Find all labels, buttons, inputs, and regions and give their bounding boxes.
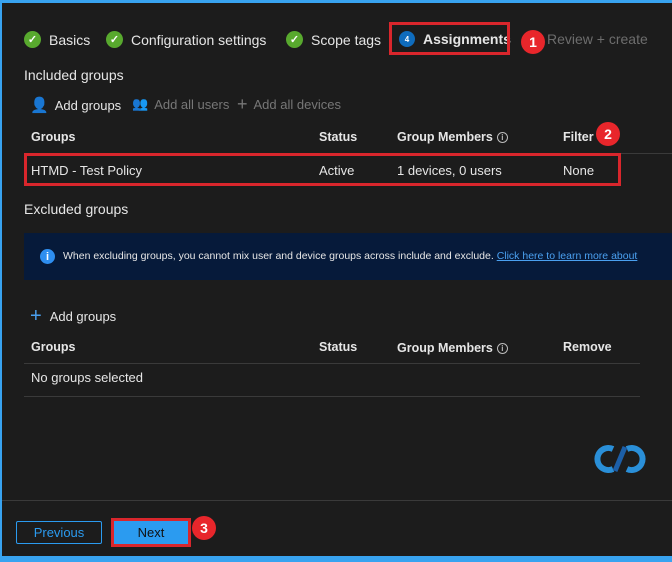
- annotation-badge: 1: [521, 30, 545, 54]
- tab-label: Configuration settings: [131, 31, 267, 48]
- check-icon: ✓: [286, 31, 303, 48]
- tab-label: Scope tags: [311, 31, 382, 48]
- tab-label: Review + create: [547, 31, 648, 47]
- add-all-devices-button: + Add all devices: [237, 94, 341, 115]
- highlight-box: [24, 153, 621, 186]
- info-icon[interactable]: i: [496, 132, 508, 144]
- button-label: Add all users: [154, 96, 230, 112]
- banner-text: When excluding groups, you cannot mix us…: [63, 249, 494, 262]
- column-label: Group Members: [397, 130, 493, 144]
- tab-configuration-settings[interactable]: ✓ Configuration settings: [106, 31, 266, 48]
- banner-message: When excluding groups, you cannot mix us…: [63, 250, 664, 264]
- info-icon: i: [40, 249, 55, 264]
- next-button[interactable]: Next: [114, 521, 188, 544]
- divider: [24, 363, 640, 364]
- column-header: Remove: [563, 340, 612, 354]
- plus-icon: +: [30, 305, 42, 327]
- column-header: Group Members i: [397, 130, 508, 144]
- add-excluded-groups-button[interactable]: + Add groups: [30, 305, 116, 328]
- add-groups-button[interactable]: 👤 Add groups: [30, 96, 121, 114]
- column-header: Groups: [31, 130, 76, 144]
- plus-icon: +: [237, 94, 248, 114]
- tab-review-create: Review + create: [547, 31, 648, 47]
- previous-button[interactable]: Previous: [16, 521, 102, 544]
- highlight-box: [389, 22, 510, 55]
- column-label: Group Members: [397, 341, 493, 355]
- assignments-page: ✓ Basics ✓ Configuration settings ✓ Scope t…: [2, 3, 672, 556]
- button-label: Add groups: [54, 97, 122, 113]
- empty-state-text: No groups selected: [31, 370, 144, 385]
- footer-divider: [2, 500, 672, 501]
- info-banner: i When excluding groups, you cannot mix …: [24, 233, 672, 280]
- tab-scope-tags[interactable]: ✓ Scope tags: [286, 31, 381, 48]
- column-header: Status: [319, 130, 358, 144]
- button-label: Add all devices: [253, 97, 341, 112]
- included-groups-title: Included groups: [24, 67, 124, 83]
- users-icon: 👥: [132, 96, 149, 111]
- add-all-users-button: 👥 Add all users: [132, 96, 229, 112]
- check-icon: ✓: [24, 31, 41, 48]
- excluded-groups-title: Excluded groups: [24, 201, 129, 217]
- check-icon: ✓: [106, 31, 123, 48]
- logo-mark-icon: [594, 445, 646, 473]
- column-header: Filter: [563, 130, 594, 144]
- column-header: Groups: [31, 340, 76, 354]
- info-icon[interactable]: i: [496, 343, 508, 355]
- tab-label: Basics: [49, 31, 91, 48]
- divider: [24, 396, 640, 397]
- learn-more-link[interactable]: Click here to learn more about: [497, 250, 638, 262]
- htmd-logo: [590, 443, 650, 478]
- column-header: Status: [319, 340, 358, 354]
- tab-basics[interactable]: ✓ Basics: [24, 31, 90, 48]
- button-label: Add groups: [49, 309, 117, 324]
- annotation-badge: 2: [596, 122, 620, 146]
- add-user-icon: 👤: [30, 97, 49, 114]
- column-header: Group Members i: [397, 341, 508, 355]
- annotation-badge: 3: [192, 516, 216, 540]
